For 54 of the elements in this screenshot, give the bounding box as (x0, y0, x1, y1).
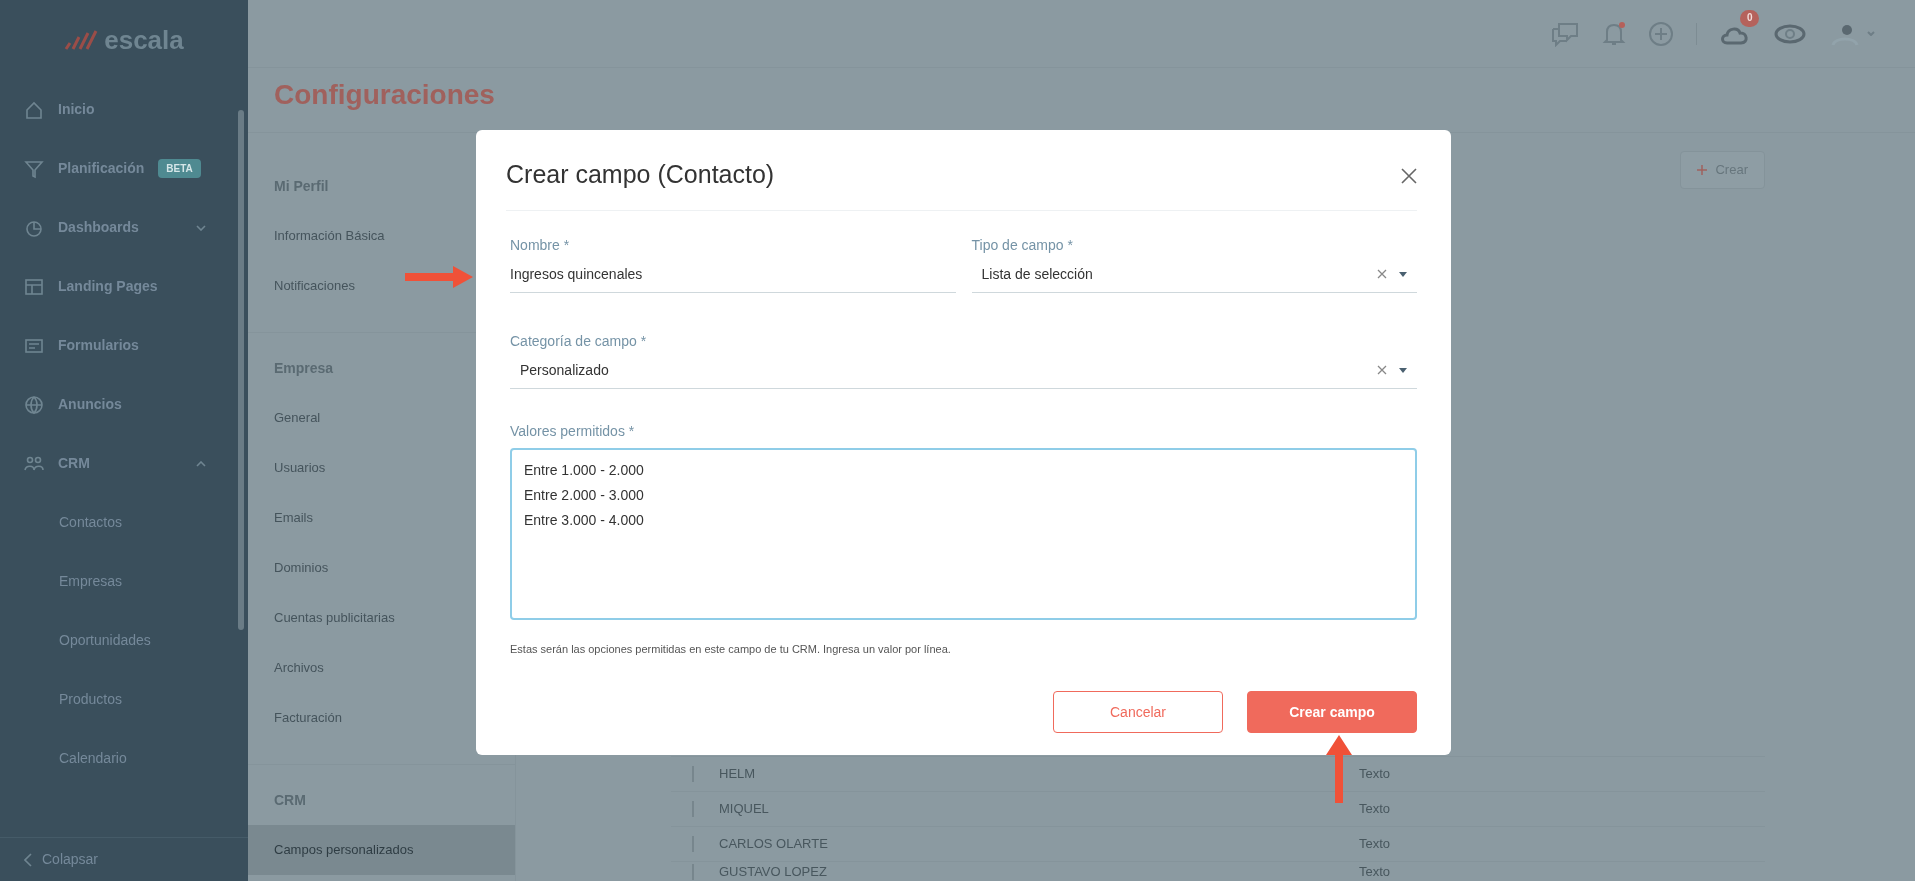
cancel-button[interactable]: Cancelar (1053, 691, 1223, 733)
table-cell-text: MIQUEL (719, 800, 770, 819)
field-label: Valores permitidos * (510, 421, 636, 441)
table-cell-text: HELM (719, 765, 757, 784)
page-title: Configuraciones (273, 78, 496, 112)
table-cell-text: Texto (1359, 800, 1391, 819)
table-cell-text: Texto (1359, 765, 1391, 784)
values-textarea[interactable]: Entre 1.000 - 2.000 Entre 2.000 - 3.000 Entre 3.000 - 4.000 (510, 447, 1417, 620)
sidebar-item[interactable]: Contactos (59, 512, 123, 533)
globe-icon (24, 394, 44, 415)
chevron-left-icon (24, 852, 32, 867)
home-icon (24, 99, 44, 120)
caret-icon[interactable] (1399, 367, 1407, 373)
sidebar-item[interactable]: Oportunidades (59, 630, 151, 651)
field-label: Tipo de campo * (971, 235, 1074, 255)
table-cell-text: CARLOS OLARTE (719, 835, 829, 854)
sidebar-item-label[interactable]: Anuncios (58, 394, 122, 415)
funnel-icon (24, 158, 44, 179)
menu-item[interactable]: Campos personalizados (248, 825, 515, 875)
help-text: Estas serán las opciones permitidas en este campo de tu CRM. Ingresa un valor por línea. (510, 641, 952, 657)
field-label: Categoría de campo * (510, 331, 648, 351)
create-field-button[interactable]: Crear campo (1247, 691, 1417, 733)
arrow-annotation-icon (1326, 735, 1352, 803)
select-field[interactable]: Personalizado (510, 357, 1417, 389)
chat-icon[interactable] (1550, 20, 1580, 47)
table-cell-text: Texto (1359, 862, 1391, 881)
sidebar-item[interactable]: Empresas (59, 571, 123, 592)
sidebar-item[interactable]: Productos (59, 689, 123, 710)
table-cell-text: GUSTAVO LOPEZ (719, 862, 828, 881)
modal-title: Crear campo (Contacto) (506, 159, 775, 190)
table-cell-text: Texto (1359, 835, 1391, 854)
arrow-annotation-icon (405, 266, 473, 288)
close-icon (1401, 167, 1417, 184)
select-field[interactable]: Lista de selección (971, 261, 1417, 293)
add-circle-icon[interactable] (1648, 20, 1674, 47)
sidebar-item-label[interactable]: Dashboards (58, 217, 139, 238)
field-label: Nombre * (510, 235, 571, 255)
logo-mark-icon (64, 29, 99, 51)
layout-icon (24, 276, 44, 297)
sidebar-item-label[interactable]: CRM (58, 453, 90, 474)
bell-icon[interactable] (1602, 20, 1626, 47)
plus-icon (1697, 164, 1708, 175)
caret-icon (1867, 31, 1875, 36)
clear-icon[interactable] (1377, 365, 1387, 375)
sidebar-item[interactable]: Calendario (59, 748, 127, 769)
notification-badge: 0 (1740, 9, 1759, 27)
caret-icon[interactable] (1399, 271, 1407, 277)
sidebar-item-label[interactable]: Planificación (58, 158, 145, 179)
beta-badge: BETA (158, 159, 201, 178)
clear-icon[interactable] (1377, 269, 1387, 279)
sidebar-item-label[interactable]: Landing Pages (58, 276, 158, 297)
sidebar-item-label[interactable]: Inicio (58, 99, 95, 120)
scrollbar[interactable] (238, 110, 244, 630)
sidebar-item-label[interactable]: Formularios (58, 335, 139, 356)
